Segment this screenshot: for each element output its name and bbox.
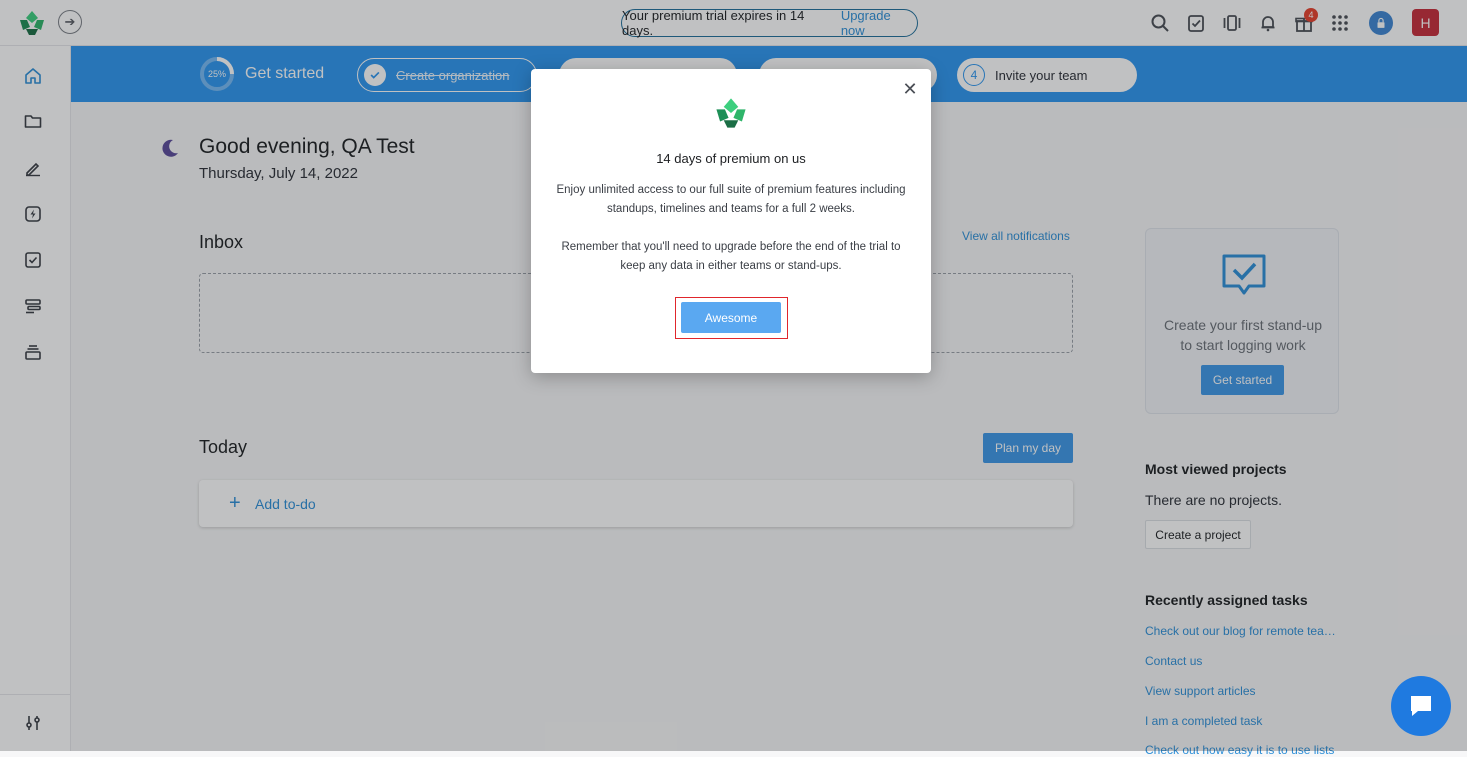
modal-title: 14 days of premium on us — [656, 151, 806, 166]
chat-widget-button[interactable] — [1391, 676, 1451, 736]
app-logo-icon — [716, 98, 746, 128]
chat-icon — [1411, 696, 1431, 716]
modal-paragraph: Remember that you'll need to upgrade bef… — [561, 241, 901, 272]
awesome-button[interactable]: Awesome — [681, 302, 781, 333]
close-icon[interactable]: ✕ — [902, 79, 918, 99]
premium-trial-modal: ✕ 14 days of premium on us Enjoy unlimit… — [531, 69, 931, 373]
modal-paragraph: Enjoy unlimited access to our full suite… — [556, 184, 906, 215]
